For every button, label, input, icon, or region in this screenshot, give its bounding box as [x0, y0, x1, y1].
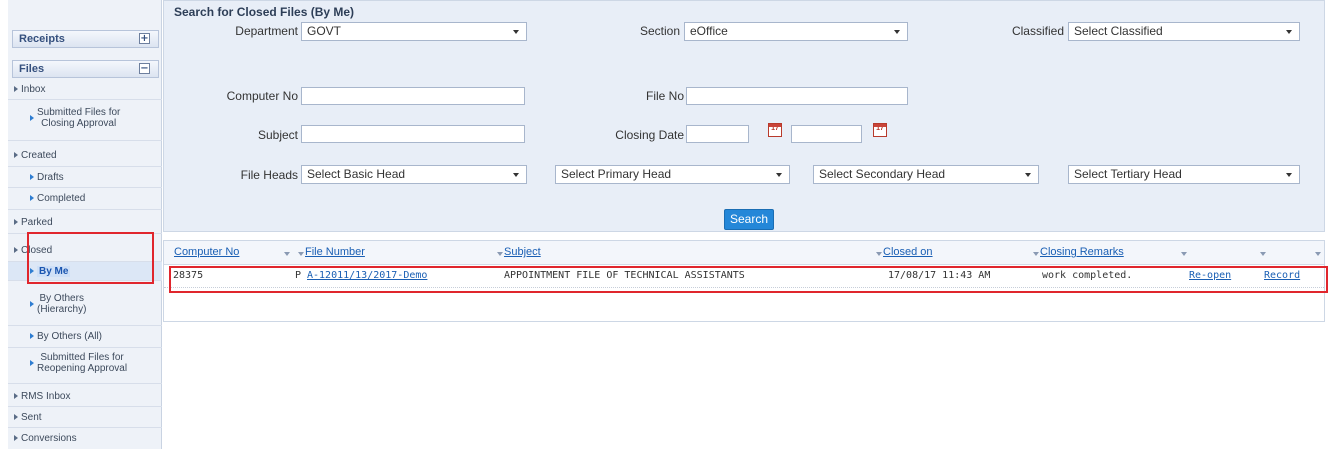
file-heads-label: File Heads	[240, 168, 298, 182]
record-link[interactable]: Record	[1264, 270, 1300, 281]
sort-down-icon[interactable]	[298, 252, 304, 256]
sort-down-icon[interactable]	[876, 252, 882, 256]
sidebar-item-rms-inbox[interactable]: RMS Inbox	[8, 386, 162, 407]
expand-icon[interactable]: +	[139, 33, 150, 44]
reopen-link[interactable]: Re-open	[1189, 270, 1231, 281]
classified-select[interactable]: Select Classified	[1068, 22, 1300, 41]
sort-down-icon[interactable]	[497, 252, 503, 256]
chevron-down-icon	[1025, 173, 1031, 177]
closing-date-label: Closing Date	[615, 128, 684, 142]
arrow-right-icon	[14, 393, 18, 399]
receipts-panel-header[interactable]: Receipts +	[12, 30, 159, 48]
file-number-link[interactable]: A-12011/13/2017-Demo	[307, 270, 427, 281]
sort-down-icon[interactable]	[1033, 252, 1039, 256]
sort-down-icon[interactable]	[1181, 252, 1187, 256]
files-panel-header[interactable]: Files −	[12, 60, 159, 78]
section-label: Section	[639, 24, 680, 38]
department-label: Department	[235, 24, 298, 38]
arrow-right-icon	[14, 219, 18, 225]
arrow-right-icon	[14, 414, 18, 420]
basic-head-select[interactable]: Select Basic Head	[301, 165, 527, 184]
table-row[interactable]: 28375 P A-12011/13/2017-Demo APPOINTMENT…	[164, 265, 1324, 288]
classified-label: Classified	[1011, 24, 1064, 38]
closing-date-to-input[interactable]	[791, 125, 862, 143]
chevron-down-icon	[1286, 173, 1292, 177]
sidebar-item-completed[interactable]: Completed	[8, 188, 162, 210]
cell-closed-on: 17/08/17 11:43 AM	[888, 270, 991, 281]
secondary-head-select[interactable]: Select Secondary Head	[813, 165, 1039, 184]
sidebar-item-created[interactable]: Created	[8, 145, 162, 167]
calendar-icon[interactable]: 17	[873, 123, 887, 137]
collapse-icon[interactable]: −	[139, 63, 150, 74]
chevron-down-icon	[513, 30, 519, 34]
subject-input[interactable]	[301, 125, 525, 143]
bullet-icon	[30, 359, 34, 366]
arrow-right-icon	[14, 435, 18, 441]
cell-closing-remarks: work completed.	[1042, 270, 1133, 281]
sidebar-item-conversions[interactable]: Conversions	[8, 428, 162, 449]
subject-label: Subject	[257, 128, 298, 142]
sort-down-icon[interactable]	[284, 252, 290, 256]
sidebar-item-closed[interactable]: Closed	[8, 240, 162, 262]
sidebar-item-by-me[interactable]: By Me	[8, 262, 162, 281]
receipts-label: Receipts	[19, 33, 65, 45]
arrow-right-icon	[14, 152, 18, 158]
sidebar: Receipts + Files − Inbox Submitted Files…	[8, 0, 162, 449]
sidebar-item-submitted-closing[interactable]: Submitted Files for Closing Approval	[8, 101, 162, 141]
bullet-icon	[30, 300, 34, 307]
files-label: Files	[19, 63, 45, 75]
column-file-number[interactable]: File Number	[305, 246, 365, 258]
tertiary-head-select[interactable]: Select Tertiary Head	[1068, 165, 1300, 184]
chevron-down-icon	[1286, 30, 1292, 34]
table-header: Computer No File Number Subject Closed o…	[164, 241, 1324, 265]
results-table: Computer No File Number Subject Closed o…	[163, 240, 1325, 322]
computer-no-input[interactable]	[301, 87, 525, 105]
column-computer-no[interactable]: Computer No	[174, 246, 239, 258]
file-no-label: File No	[645, 89, 684, 103]
bullet-icon	[30, 333, 34, 339]
cell-subject: APPOINTMENT FILE OF TECHNICAL ASSISTANTS	[504, 270, 745, 281]
section-select[interactable]: eOffice	[684, 22, 908, 41]
cell-computer-no: 28375	[173, 270, 204, 281]
sidebar-item-drafts[interactable]: Drafts	[8, 167, 162, 188]
department-select[interactable]: GOVT	[301, 22, 527, 41]
bullet-icon	[30, 268, 34, 274]
sidebar-item-parked[interactable]: Parked	[8, 212, 162, 234]
cell-file-type: P	[295, 270, 302, 281]
column-subject[interactable]: Subject	[504, 246, 541, 258]
sort-down-icon[interactable]	[1260, 252, 1266, 256]
sidebar-item-submitted-reopening[interactable]: Submitted Files for Reopening Approval	[8, 350, 162, 384]
computer-no-label: Computer No	[226, 89, 298, 103]
chevron-down-icon	[776, 173, 782, 177]
bullet-icon	[30, 195, 34, 201]
primary-head-select[interactable]: Select Primary Head	[555, 165, 790, 184]
bullet-icon	[30, 174, 34, 180]
chevron-down-icon	[894, 30, 900, 34]
sidebar-item-by-others-hierarchy[interactable]: By Others (Hierarchy)	[8, 288, 162, 326]
page-title: Search for Closed Files (By Me)	[174, 5, 355, 19]
main-content: Search for Closed Files (By Me) Departme…	[163, 0, 1328, 449]
arrow-right-icon	[14, 247, 18, 253]
chevron-down-icon	[513, 173, 519, 177]
sort-down-icon[interactable]	[1315, 252, 1321, 256]
search-panel: Search for Closed Files (By Me) Departme…	[163, 0, 1325, 232]
search-button[interactable]: Search	[724, 209, 774, 230]
bullet-icon	[30, 114, 34, 121]
sidebar-item-inbox[interactable]: Inbox	[8, 80, 162, 100]
file-no-input[interactable]	[686, 87, 908, 105]
sidebar-item-by-others-all[interactable]: By Others (All)	[8, 326, 162, 348]
column-closing-remarks[interactable]: Closing Remarks	[1040, 246, 1124, 258]
arrow-right-icon	[14, 86, 18, 92]
closing-date-from-input[interactable]	[686, 125, 749, 143]
sidebar-item-sent[interactable]: Sent	[8, 407, 162, 428]
calendar-icon[interactable]: 17	[768, 123, 782, 137]
column-closed-on[interactable]: Closed on	[883, 246, 933, 258]
